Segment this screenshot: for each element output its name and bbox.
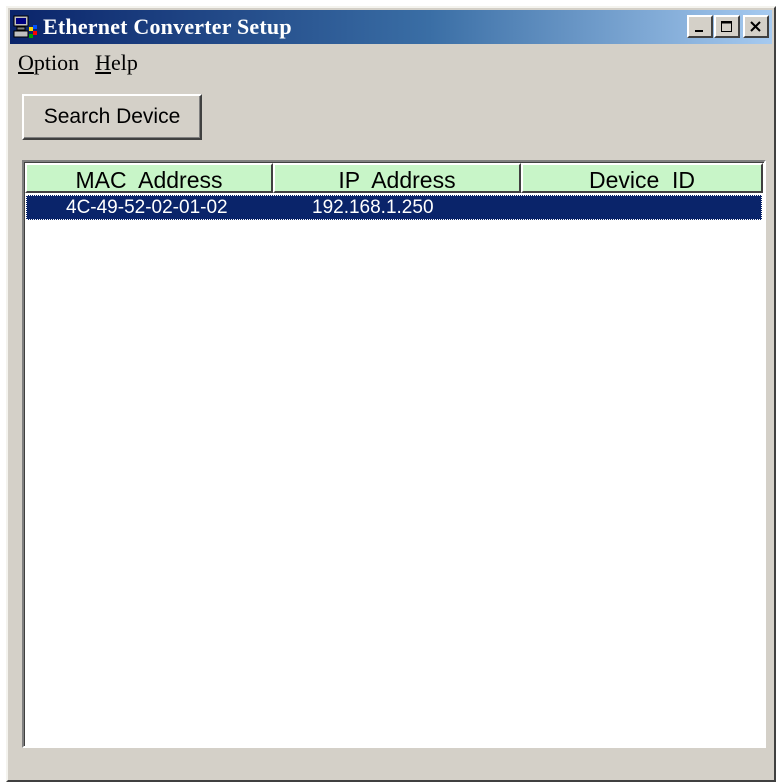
list-header: MAC Address IP Address Device ID bbox=[25, 163, 763, 193]
close-icon bbox=[750, 20, 761, 32]
table-row-selected[interactable]: 4C-49-52-02-01-02 192.168.1.250 bbox=[26, 195, 762, 220]
menu-help-mnemonic: H bbox=[95, 50, 112, 75]
device-list[interactable]: MAC Address IP Address Device ID 4C-49-5… bbox=[22, 160, 766, 748]
menu-option-mnemonic: O bbox=[18, 50, 34, 75]
search-device-button[interactable]: Search Device bbox=[22, 94, 202, 140]
minimize-icon bbox=[695, 29, 703, 32]
network-computer-icon bbox=[13, 14, 39, 40]
window-title: Ethernet Converter Setup bbox=[43, 14, 292, 39]
title-bar[interactable]: Ethernet Converter Setup bbox=[10, 10, 772, 44]
minimize-button[interactable] bbox=[687, 15, 713, 38]
maximize-button[interactable] bbox=[714, 15, 740, 38]
cell-mac-address: 4C-49-52-02-01-02 bbox=[66, 196, 228, 218]
maximize-icon bbox=[721, 20, 732, 32]
menu-help[interactable]: Help bbox=[87, 50, 146, 76]
cell-ip-address: 192.168.1.250 bbox=[312, 196, 434, 218]
menu-help-label: elp bbox=[111, 50, 138, 75]
menu-option-label: ption bbox=[33, 50, 80, 75]
close-button[interactable] bbox=[743, 15, 769, 38]
column-header-device-id[interactable]: Device ID bbox=[521, 163, 763, 193]
menu-option[interactable]: Option bbox=[10, 50, 87, 76]
title-controls bbox=[686, 15, 769, 38]
column-header-ip-address[interactable]: IP Address bbox=[273, 163, 521, 193]
menu-bar: Option Help bbox=[10, 48, 146, 78]
app-window: Ethernet Converter Setup Option Help Sea… bbox=[6, 6, 776, 782]
column-header-mac-address[interactable]: MAC Address bbox=[25, 163, 273, 193]
